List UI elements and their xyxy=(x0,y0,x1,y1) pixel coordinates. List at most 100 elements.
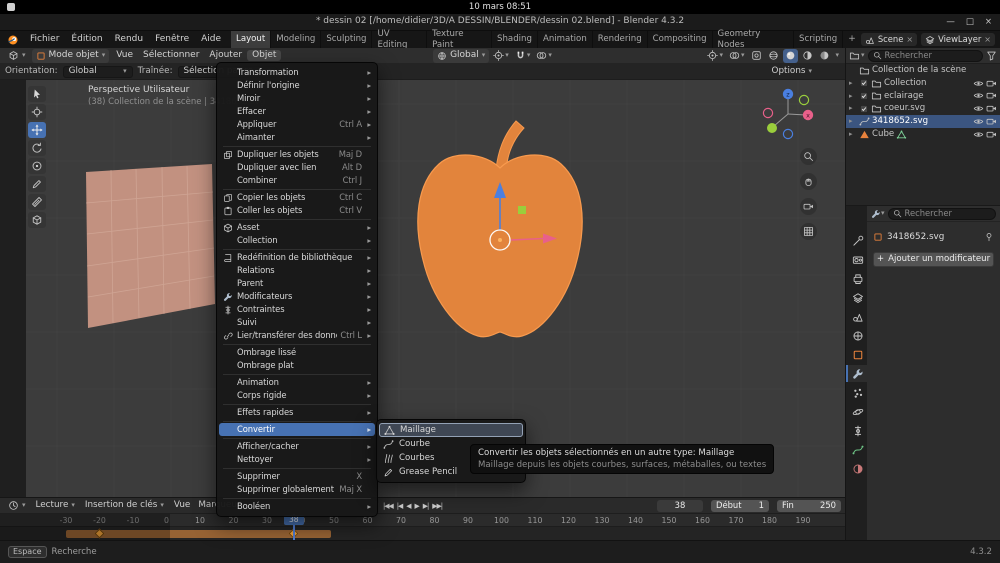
unlink-scene-icon[interactable]: × xyxy=(906,35,913,45)
menu-item-dupliquer-avec-lien[interactable]: Dupliquer avec lien Alt D xyxy=(217,161,377,174)
shading-material-button[interactable] xyxy=(800,49,815,63)
shading-dropdown[interactable]: ▾ xyxy=(834,49,842,63)
previous-keyframe-button[interactable]: |◀ xyxy=(397,502,403,510)
frame-start-field[interactable]: Début 1 xyxy=(711,499,769,512)
menu-edition[interactable]: Édition xyxy=(65,31,108,48)
viewport-menu-selectionner[interactable]: Sélectionner xyxy=(138,50,204,61)
outliner-row-3418652-svg[interactable]: ▸ 3418652.svg xyxy=(846,115,1000,128)
outliner-row-eclairage[interactable]: ▸ eclairage xyxy=(846,90,1000,103)
outliner-row-coeur-svg[interactable]: ▸ coeur.svg xyxy=(846,102,1000,115)
current-frame-field[interactable]: 38 xyxy=(657,499,703,512)
workspace-tab-rendering[interactable]: Rendering xyxy=(593,31,648,48)
workspace-tab-shading[interactable]: Shading xyxy=(492,31,538,48)
menu-item-effets-rapides[interactable]: Effets rapides ▸ xyxy=(217,406,377,419)
rotate-tool-button[interactable] xyxy=(28,140,46,156)
remove-view-layer-icon[interactable]: × xyxy=(984,35,991,45)
add-modifier-button[interactable]: + Ajouter un modificateur xyxy=(873,252,994,267)
shading-wireframe-button[interactable] xyxy=(766,49,781,63)
properties-tab-material[interactable] xyxy=(846,460,867,477)
menu-item-corps-rigide[interactable]: Corps rigide ▸ xyxy=(217,389,377,402)
timeline-editor-type-button[interactable]: ▾ xyxy=(4,500,30,511)
title-bar[interactable]: * dessin 02 [/home/didier/3D/A DESSIN/BL… xyxy=(0,14,1000,31)
add-workspace-button[interactable]: + xyxy=(843,31,861,48)
shading-rendered-button[interactable] xyxy=(817,49,832,63)
viewport-menu-ajouter[interactable]: Ajouter xyxy=(204,50,247,61)
submenu-item-maillage[interactable]: Maillage xyxy=(379,423,523,437)
menu-fichier[interactable]: Fichier xyxy=(24,31,65,48)
timeline-menu-vue[interactable]: Vue xyxy=(170,500,194,511)
plane-object[interactable] xyxy=(85,164,215,328)
workspace-tab-animation[interactable]: Animation xyxy=(538,31,593,48)
menu-item-asset[interactable]: Asset ▸ xyxy=(217,221,377,234)
zoom-button[interactable] xyxy=(800,148,817,165)
menu-item-modificateurs[interactable]: Modificateurs ▸ xyxy=(217,290,377,303)
menu-item-combiner[interactable]: Combiner Ctrl J xyxy=(217,174,377,187)
properties-tab-particles[interactable] xyxy=(846,384,867,401)
jump-to-start-button[interactable]: |◀◀ xyxy=(383,502,394,510)
menu-item-effacer[interactable]: Effacer ▸ xyxy=(217,105,377,118)
add-cube-tool-button[interactable] xyxy=(28,212,46,228)
menu-item-collection[interactable]: Collection ▸ xyxy=(217,234,377,247)
scene-selector[interactable]: Scene × xyxy=(860,33,918,46)
menu-item-transformation[interactable]: Transformation ▸ xyxy=(217,66,377,79)
viewport-menu-objet[interactable]: Objet xyxy=(247,49,282,62)
properties-tab-render[interactable] xyxy=(846,251,867,268)
menu-item-definir-l-origine[interactable]: Définir l'origine ▸ xyxy=(217,79,377,92)
menu-item-animation[interactable]: Animation ▸ xyxy=(217,376,377,389)
menu-item-ombrage-lisse[interactable]: Ombrage lissé xyxy=(217,346,377,359)
menu-item-dupliquer-les-objets[interactable]: Dupliquer les objets Maj D xyxy=(217,148,377,161)
shading-solid-button[interactable] xyxy=(782,48,798,63)
system-menu-icon[interactable] xyxy=(7,3,15,11)
next-keyframe-button[interactable]: ▶| xyxy=(423,502,429,510)
menu-item-coller-les-objets[interactable]: Coller les objets Ctrl V xyxy=(217,204,377,217)
menu-item-redefinition-de-bibliotheque[interactable]: Redéfinition de bibliothèque ▸ xyxy=(217,251,377,264)
expand-icon[interactable]: ▸ xyxy=(849,92,857,101)
menu-fenetre[interactable]: Fenêtre xyxy=(149,31,195,48)
play-button[interactable]: ▶ xyxy=(415,502,420,510)
properties-tab-view-layer[interactable] xyxy=(846,289,867,306)
properties-tab-tool[interactable] xyxy=(846,232,867,249)
camera-visibility-toggle[interactable] xyxy=(986,116,997,127)
workspace-tab-texture-paint[interactable]: Texture Paint xyxy=(427,29,493,50)
proportional-editing-toggle[interactable]: ▾ xyxy=(534,49,554,63)
pivot-point-selector[interactable]: ▾ xyxy=(491,49,511,63)
workspace-tab-compositing[interactable]: Compositing xyxy=(648,31,713,48)
view-layer-selector[interactable]: ViewLayer × xyxy=(921,33,995,46)
hide-eye-toggle[interactable] xyxy=(973,129,984,140)
orientation-dropdown[interactable]: Global ▾ xyxy=(62,65,133,78)
snap-toggle[interactable]: ▾ xyxy=(513,49,533,63)
camera-visibility-toggle[interactable] xyxy=(986,103,997,114)
maximize-button[interactable]: □ xyxy=(966,17,974,28)
gizmos-toggle[interactable]: ▾ xyxy=(705,49,725,63)
properties-tab-object-data[interactable] xyxy=(846,441,867,458)
camera-visibility-toggle[interactable] xyxy=(986,78,997,89)
hide-eye-toggle[interactable] xyxy=(973,116,984,127)
workspace-tab-geometry-nodes[interactable]: Geometry Nodes xyxy=(713,29,795,50)
outliner-row-collection[interactable]: ▸ Collection xyxy=(846,77,1000,90)
menu-item-appliquer[interactable]: Appliquer Ctrl A ▸ xyxy=(217,118,377,131)
play-reverse-button[interactable]: ◀ xyxy=(406,502,411,510)
xray-toggle[interactable] xyxy=(749,49,764,63)
properties-display-button[interactable]: ▾ xyxy=(871,209,885,219)
hide-eye-toggle[interactable] xyxy=(973,78,984,89)
playback-menu[interactable]: Lecture ▾ xyxy=(32,500,79,511)
pin-icon[interactable] xyxy=(984,232,994,242)
mode-selector[interactable]: Mode objet ▾ xyxy=(31,48,110,63)
workspace-tab-layout[interactable]: Layout xyxy=(231,31,272,48)
properties-tab-modifiers[interactable] xyxy=(846,365,867,382)
properties-tab-physics[interactable] xyxy=(846,403,867,420)
menu-item-afficher-cacher[interactable]: Afficher/cacher ▸ xyxy=(217,440,377,453)
properties-tab-output[interactable] xyxy=(846,270,867,287)
options-button[interactable]: Options ▾ xyxy=(772,66,812,77)
keying-menu[interactable]: Insertion de clés ▾ xyxy=(81,500,168,511)
workspace-tab-scripting[interactable]: Scripting xyxy=(794,31,844,48)
menu-item-lier-transferer-des-donnees[interactable]: Lier/transférer des donnéesCtrl L▸ xyxy=(217,329,377,342)
outliner-display-mode-button[interactable]: ▾ xyxy=(849,50,865,61)
jump-to-end-button[interactable]: ▶▶| xyxy=(432,502,443,510)
transform-tool-button[interactable] xyxy=(28,158,46,174)
menu-item-copier-les-objets[interactable]: Copier les objets Ctrl C xyxy=(217,191,377,204)
outliner-filter-button[interactable] xyxy=(986,50,997,61)
orthographic-toggle-button[interactable] xyxy=(800,223,817,240)
properties-tab-constraints[interactable] xyxy=(846,422,867,439)
menu-item-relations[interactable]: Relations ▸ xyxy=(217,264,377,277)
